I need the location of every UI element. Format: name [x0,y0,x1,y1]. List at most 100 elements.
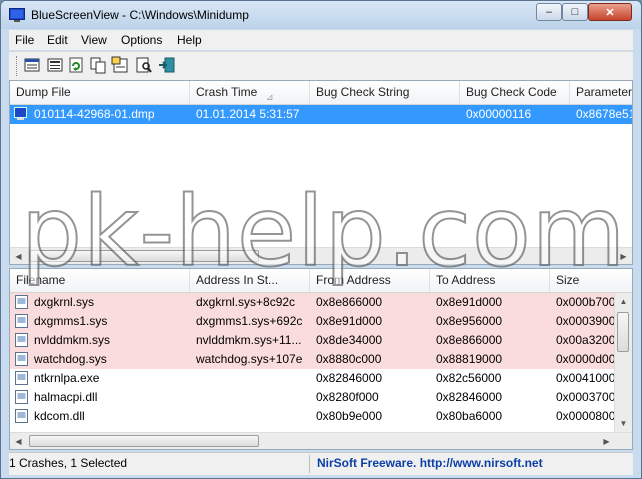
nirsoft-link[interactable]: NirSoft Freeware. http://www.nirsoft.net [317,456,543,470]
driver-filename: nvlddmkm.sys [34,333,111,347]
scroll-right-icon[interactable]: ▶ [598,433,615,449]
crash-bug-check-code: 0x00000116 [466,107,532,121]
window-title: BlueScreenView - C:\Windows\Minidump [31,8,249,22]
driver-row[interactable]: ntkrnlpa.exe 0x82846000 0x82c56000 0x004100… [10,369,632,388]
crash-dump-file: 010114-42968-01.dmp [34,107,155,121]
driver-to-address: 0x8e866000 [436,333,503,347]
html-report-icon[interactable] [46,56,64,74]
driver-address-in-stack: dxgmms1.sys+692c [196,314,303,328]
status-count: 1 Crashes, 1 Selected [9,456,128,470]
driver-filename: dxgkrnl.sys [34,295,95,309]
driver-address-in-stack: watchdog.sys+107e [196,352,303,366]
status-divider [309,455,310,473]
driver-address-in-stack [190,369,310,388]
driver-address-in-stack: dxgkrnl.sys+8c92c [196,295,296,309]
close-button[interactable]: ✕ [588,3,632,21]
column-size[interactable]: Size [550,269,632,292]
column-crash-time[interactable]: Crash Time ⊿ [190,81,310,104]
driver-from-address: 0x8de34000 [316,333,383,347]
driver-file-icon [15,295,28,309]
driver-file-icon [15,390,28,404]
driver-row[interactable]: dxgmms1.sys dxgmms1.sys+692c 0x8e91d000 0x8… [10,312,632,331]
driver-from-address: 0x8e91d000 [316,314,383,328]
driver-list-pane: Filename Address In St... From Address T… [9,268,633,450]
column-to-address[interactable]: To Address [430,269,550,292]
driver-address-in-stack [190,388,310,407]
driver-row[interactable]: kdcom.dll 0x80b9e000 0x80ba6000 0x00008000 [10,407,632,426]
driver-file-icon [15,371,28,385]
driver-filename: dxgmms1.sys [34,314,108,328]
scroll-thumb[interactable] [29,250,259,262]
driver-row[interactable]: dxgkrnl.sys dxgkrnl.sys+8c92c 0x8e866000 0x… [10,293,632,312]
crash-time: 01.01.2014 5:31:57 [196,107,300,121]
column-filename[interactable]: Filename [10,269,190,292]
crash-list-header: Dump File Crash Time ⊿ Bug Check String … [10,81,632,105]
driver-file-icon [15,409,28,423]
menu-view[interactable]: View [81,33,107,47]
find-icon[interactable] [135,56,153,74]
refresh-icon[interactable] [67,56,85,74]
menu-options[interactable]: Options [121,33,162,47]
column-bug-check-code[interactable]: Bug Check Code [460,81,570,104]
crash-parameter-1: 0x8678e510 [576,107,632,121]
driver-file-icon [15,333,28,347]
column-parameter-1[interactable]: Parameter 1 [570,81,632,104]
driver-from-address: 0x80b9e000 [316,409,383,423]
title-bar[interactable]: BlueScreenView - C:\Windows\Minidump – □… [1,1,641,29]
column-from-address[interactable]: From Address [310,269,430,292]
sort-arrow-icon: ⊿ [266,92,274,102]
driver-filename: kdcom.dll [34,409,85,423]
driver-to-address: 0x82c56000 [436,371,502,385]
driver-row[interactable]: watchdog.sys watchdog.sys+107e 0x8880c000 0… [10,350,632,369]
exit-icon[interactable] [158,56,176,74]
status-bar: 1 Crashes, 1 Selected NirSoft Freeware. … [9,452,633,475]
copy-icon[interactable] [89,56,107,74]
crash-list-pane: Dump File Crash Time ⊿ Bug Check String … [9,80,633,265]
menu-help[interactable]: Help [177,33,202,47]
driver-to-address: 0x82846000 [436,390,503,404]
driver-to-address: 0x80ba6000 [436,409,503,423]
driver-row[interactable]: nvlddmkm.sys nvlddmkm.sys+11... 0x8de34000… [10,331,632,350]
driver-list-vscrollbar[interactable]: ▲ ▼ [614,293,632,432]
bluescreen-app-icon [9,8,25,22]
save-icon[interactable] [23,56,41,74]
toolbar [9,51,633,80]
app-window: BlueScreenView - C:\Windows\Minidump – □… [0,0,642,479]
menu-bar: File Edit View Options Help [9,30,633,50]
driver-address-in-stack [190,407,310,426]
driver-from-address: 0x8280f000 [316,390,379,404]
scroll-down-icon[interactable]: ▼ [615,415,632,432]
driver-to-address: 0x8e91d000 [436,295,503,309]
properties-icon[interactable] [111,56,129,74]
minimize-button[interactable]: – [536,3,562,21]
driver-filename: ntkrnlpa.exe [34,371,100,385]
scroll-left-icon[interactable]: ◀ [10,433,27,449]
driver-to-address: 0x88819000 [436,352,503,366]
driver-from-address: 0x82846000 [316,371,383,385]
column-crash-time-label: Crash Time [196,85,258,99]
driver-address-in-stack: nvlddmkm.sys+11... [196,333,302,347]
driver-from-address: 0x8e866000 [316,295,383,309]
driver-row[interactable]: halmacpi.dll 0x8280f000 0x82846000 0x000370… [10,388,632,407]
maximize-button[interactable]: □ [562,3,588,21]
driver-from-address: 0x8880c000 [316,352,382,366]
crash-list-hscrollbar[interactable]: ◀ ▶ [10,247,632,264]
column-dump-file[interactable]: Dump File [10,81,190,104]
scroll-right-icon[interactable]: ▶ [615,248,632,264]
column-bug-check-string[interactable]: Bug Check String [310,81,460,104]
vscroll-thumb[interactable] [617,312,629,352]
scroll-up-icon[interactable]: ▲ [615,293,632,310]
menu-file[interactable]: File [15,33,34,47]
scroll-thumb[interactable] [29,435,259,447]
crash-bug-check-string [310,105,460,124]
driver-filename: watchdog.sys [34,352,107,366]
scroll-left-icon[interactable]: ◀ [10,248,27,264]
driver-file-icon [15,352,28,366]
driver-to-address: 0x8e956000 [436,314,503,328]
column-address-in-stack[interactable]: Address In St... [190,269,310,292]
driver-list-hscrollbar[interactable]: ◀ ▶ [10,432,632,449]
crash-row[interactable]: 010114-42968-01.dmp 01.01.2014 5:31:57 0… [10,105,632,124]
driver-filename: halmacpi.dll [34,390,98,404]
menu-edit[interactable]: Edit [47,33,68,47]
driver-file-icon [15,314,28,328]
